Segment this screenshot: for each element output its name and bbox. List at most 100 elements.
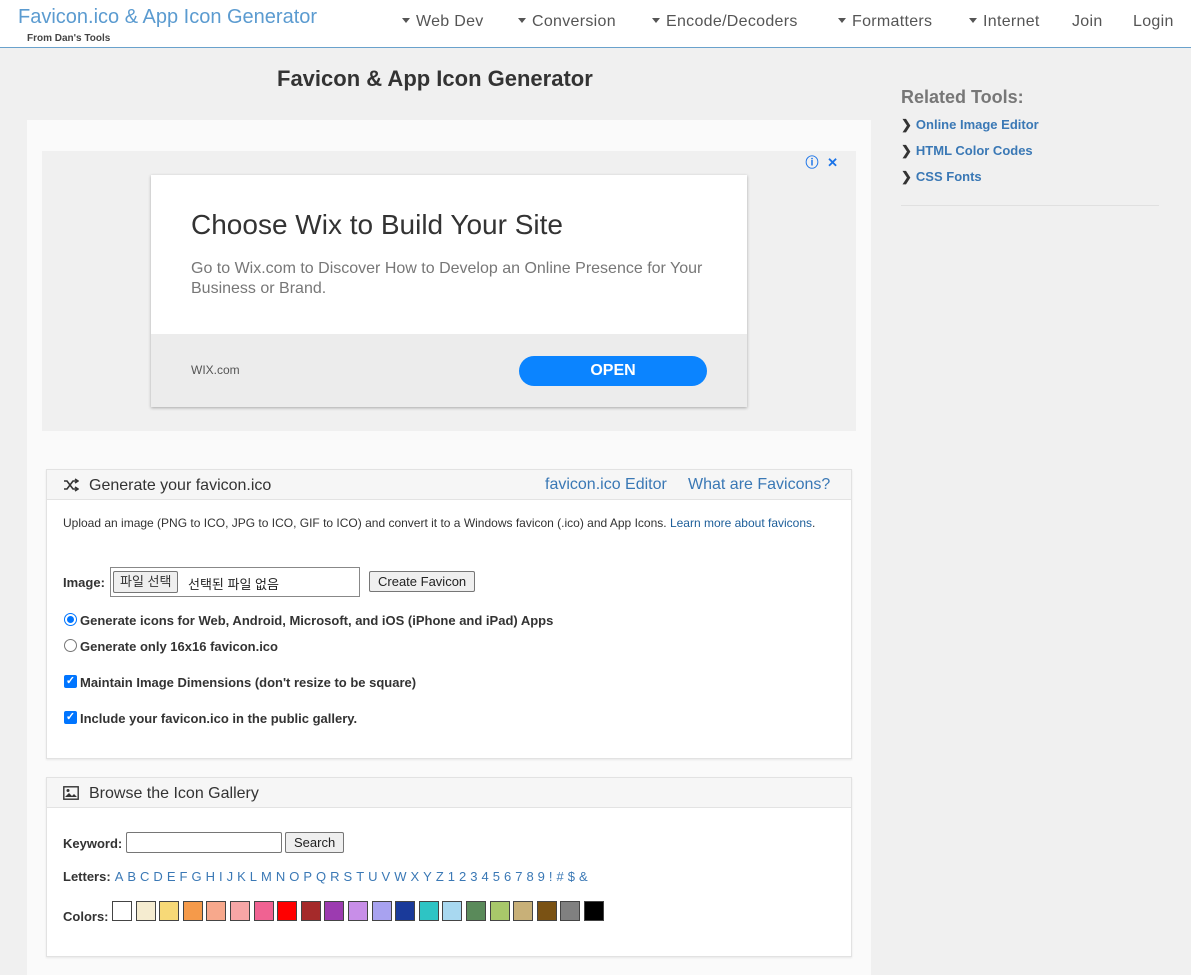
letter-link[interactable]: X	[411, 869, 420, 884]
letter-link[interactable]: T	[356, 869, 364, 884]
ad-banner[interactable]: ⓘ ✕ Choose Wix to Build Your Site Go to …	[42, 151, 856, 431]
nav-internet[interactable]: Internet	[969, 13, 1040, 31]
color-swatch[interactable]	[418, 901, 439, 921]
color-swatch[interactable]	[253, 901, 274, 921]
color-swatch[interactable]	[182, 901, 203, 921]
letter-link[interactable]: &	[579, 869, 588, 884]
letter-link[interactable]: 2	[459, 869, 466, 884]
letter-link[interactable]: B	[127, 869, 136, 884]
letter-link[interactable]: #	[557, 869, 564, 884]
ad-headline[interactable]: Choose Wix to Build Your Site	[191, 209, 563, 241]
color-swatch[interactable]	[206, 901, 227, 921]
ad-card[interactable]: Choose Wix to Build Your Site Go to Wix.…	[151, 175, 747, 407]
search-button[interactable]: Search	[285, 832, 345, 853]
brand-title[interactable]: Favicon.ico & App Icon Generator	[18, 6, 317, 29]
color-swatch[interactable]	[466, 901, 486, 921]
color-swatch[interactable]	[560, 901, 581, 921]
letter-link[interactable]: 4	[482, 869, 489, 884]
letter-link[interactable]: 5	[493, 869, 500, 884]
color-swatch[interactable]	[442, 901, 463, 921]
nav-login[interactable]: Login	[1133, 13, 1174, 31]
letter-link[interactable]: M	[261, 869, 272, 884]
letter-link[interactable]: S	[344, 869, 353, 884]
choose-file-button[interactable]: 파일 선택	[113, 571, 179, 593]
info-icon[interactable]: ⓘ	[805, 155, 818, 170]
checkbox-public-gallery[interactable]: ✓	[64, 711, 77, 724]
what-are-favicons-link[interactable]: What are Favicons?	[688, 476, 830, 494]
keyword-input[interactable]	[126, 832, 282, 853]
radio-16-only-label[interactable]: Generate only 16x16 favicon.ico	[80, 639, 278, 654]
public-gallery-label[interactable]: Include your favicon.ico in the public g…	[80, 711, 357, 726]
nav-encode-decoders[interactable]: Encode/Decoders	[652, 13, 798, 31]
color-swatch[interactable]	[348, 901, 368, 921]
ad-open-button[interactable]: OPEN	[519, 356, 707, 386]
ad-choices[interactable]: ⓘ ✕	[800, 152, 838, 171]
letter-link[interactable]: N	[276, 869, 285, 884]
nav-formatters[interactable]: Formatters	[838, 13, 932, 31]
nav-conversion[interactable]: Conversion	[518, 13, 616, 31]
letter-link[interactable]: U	[368, 869, 377, 884]
letter-link[interactable]: P	[303, 869, 312, 884]
letter-link[interactable]: 9	[538, 869, 545, 884]
color-swatch[interactable]	[277, 901, 298, 921]
letter-link[interactable]: F	[179, 869, 187, 884]
letter-link[interactable]: C	[140, 869, 149, 884]
letter-link[interactable]: 3	[470, 869, 477, 884]
checkbox-maintain-dimensions[interactable]: ✓	[64, 675, 77, 688]
file-status: 선택된 파일 없음	[188, 577, 279, 592]
maintain-dimensions-label[interactable]: Maintain Image Dimensions (don't resize …	[80, 675, 416, 690]
nav-web-dev[interactable]: Web Dev	[402, 13, 484, 31]
nav-join[interactable]: Join	[1072, 13, 1103, 31]
letter-link[interactable]: 1	[448, 869, 455, 884]
color-swatch[interactable]	[300, 901, 321, 921]
chevron-right-icon: ❯	[901, 117, 912, 132]
letter-link[interactable]: 6	[504, 869, 511, 884]
letter-link[interactable]: L	[250, 869, 257, 884]
letter-link[interactable]: $	[568, 869, 575, 884]
letter-link[interactable]: G	[191, 869, 201, 884]
color-swatch[interactable]	[536, 901, 557, 921]
related-item-css-fonts[interactable]: ❯ CSS Fonts	[901, 169, 982, 185]
color-swatch[interactable]	[112, 901, 132, 921]
color-swatch[interactable]	[371, 901, 392, 921]
letter-link[interactable]: E	[167, 869, 176, 884]
letter-link[interactable]: D	[153, 869, 162, 884]
favicon-editor-link[interactable]: favicon.ico Editor	[545, 476, 667, 494]
letter-link[interactable]: I	[219, 869, 223, 884]
create-favicon-button[interactable]: Create Favicon	[369, 571, 476, 592]
color-swatch[interactable]	[489, 901, 510, 921]
letter-link[interactable]: R	[330, 869, 339, 884]
radio-16-only[interactable]	[64, 639, 77, 652]
keyword-label: Keyword:	[63, 836, 123, 851]
ad-description[interactable]: Go to Wix.com to Discover How to Develop…	[191, 259, 711, 299]
related-item-online-image-editor[interactable]: ❯ Online Image Editor	[901, 117, 1039, 133]
file-input[interactable]: 파일 선택 선택된 파일 없음	[110, 567, 360, 597]
letter-link[interactable]: Q	[316, 869, 326, 884]
letter-link[interactable]: Z	[436, 869, 444, 884]
color-swatch[interactable]	[324, 901, 345, 921]
letter-link[interactable]: W	[394, 869, 406, 884]
letter-link[interactable]: O	[289, 869, 299, 884]
letter-link[interactable]: V	[382, 869, 391, 884]
color-swatch[interactable]	[584, 901, 604, 921]
color-swatch[interactable]	[513, 901, 534, 921]
letter-link[interactable]: J	[227, 869, 234, 884]
letter-link[interactable]: H	[206, 869, 215, 884]
color-swatch[interactable]	[135, 901, 156, 921]
color-swatch[interactable]	[159, 901, 180, 921]
learn-more-link[interactable]: Learn more about favicons	[670, 516, 812, 530]
radio-all-icons[interactable]	[64, 613, 77, 626]
close-icon[interactable]: ✕	[827, 155, 838, 170]
radio-all-icons-label[interactable]: Generate icons for Web, Android, Microso…	[80, 613, 553, 628]
brand[interactable]: Favicon.ico & App Icon Generator From Da…	[18, 6, 317, 44]
related-item-html-color-codes[interactable]: ❯ HTML Color Codes	[901, 143, 1033, 159]
color-swatch[interactable]	[395, 901, 416, 921]
letter-link[interactable]: 7	[515, 869, 522, 884]
letter-link[interactable]: !	[549, 869, 553, 884]
color-swatch[interactable]	[230, 901, 250, 921]
letter-link[interactable]: 8	[526, 869, 533, 884]
letter-link[interactable]: K	[237, 869, 246, 884]
ad-domain[interactable]: WIX.com	[191, 363, 240, 377]
letter-link[interactable]: Y	[423, 869, 432, 884]
letter-link[interactable]: A	[115, 869, 124, 884]
